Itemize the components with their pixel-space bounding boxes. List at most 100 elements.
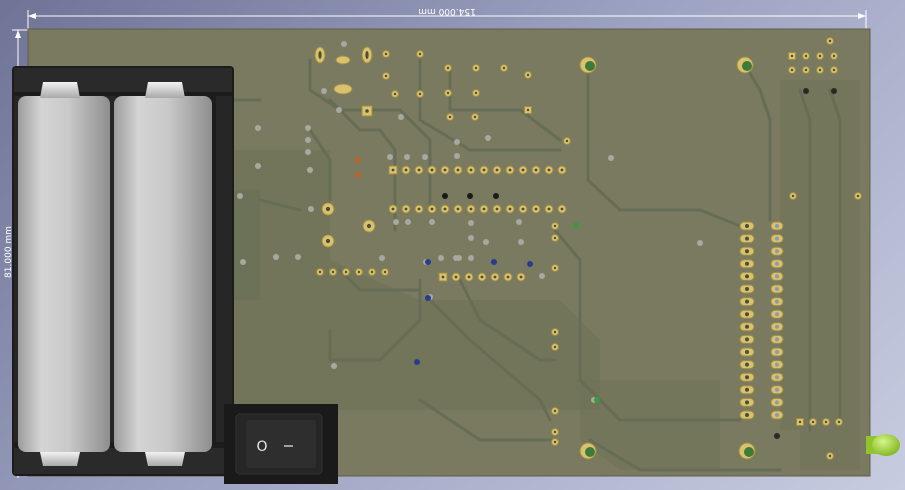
pcb-3d-view[interactable]: 154.000 mm 81.000 mm O I xyxy=(0,0,905,490)
pad-drill xyxy=(547,168,551,172)
pad-drill xyxy=(417,207,421,211)
via xyxy=(468,220,474,226)
via xyxy=(305,137,311,143)
width-dimension-label: 154.000 mm xyxy=(418,6,476,16)
battery-cell-icon xyxy=(114,96,212,452)
via xyxy=(404,154,410,160)
via xyxy=(454,153,460,159)
pad-drill xyxy=(391,168,395,172)
header-pin-drill xyxy=(745,387,749,392)
via xyxy=(527,261,533,267)
pad-drill xyxy=(506,275,510,279)
via xyxy=(307,167,313,173)
via xyxy=(355,157,361,163)
header-pin-drill xyxy=(745,287,749,291)
header-pin-drill xyxy=(775,324,779,329)
via xyxy=(321,88,327,94)
via xyxy=(454,139,460,145)
header-pin-drill xyxy=(745,362,749,367)
battery-cell-left xyxy=(18,82,110,466)
pad-drill xyxy=(454,275,458,279)
pad-drill xyxy=(482,207,486,211)
pad-drill xyxy=(553,266,557,270)
header-pin-drill xyxy=(775,249,779,254)
pad-drill xyxy=(370,270,374,274)
via xyxy=(425,295,431,301)
header-pin-drill xyxy=(745,261,749,266)
via xyxy=(341,41,347,47)
pad-drill xyxy=(480,275,484,279)
via xyxy=(255,125,261,131)
via xyxy=(398,114,404,120)
pad-drill xyxy=(441,275,445,279)
header-pin-drill xyxy=(745,413,749,417)
pad-drill xyxy=(318,51,322,59)
header-pin-drill xyxy=(775,387,779,392)
via xyxy=(305,125,311,131)
pad-drill xyxy=(456,168,460,172)
pad-drill xyxy=(553,430,557,434)
header-pin-drill xyxy=(775,299,779,304)
pad-drill xyxy=(443,168,447,172)
pad-drill xyxy=(553,440,557,444)
pad-drill xyxy=(828,454,832,458)
header-pin-drill xyxy=(775,312,779,317)
via xyxy=(467,193,473,199)
via xyxy=(240,259,246,265)
header-pin-drill xyxy=(745,350,749,354)
header-pin-drill xyxy=(745,337,749,342)
pad-drill xyxy=(404,168,408,172)
pad-drill xyxy=(473,115,477,119)
mounting-hole-drill xyxy=(585,61,595,71)
via xyxy=(442,193,448,199)
header-pin-drill xyxy=(745,400,749,405)
via xyxy=(379,255,385,261)
via xyxy=(305,149,311,155)
pad-drill xyxy=(790,54,794,58)
pad xyxy=(335,55,351,65)
via xyxy=(831,88,837,94)
via xyxy=(425,259,431,265)
pad-drill xyxy=(418,52,422,56)
pad-drill xyxy=(534,207,538,211)
pad-drill xyxy=(474,91,478,95)
header-pin-drill xyxy=(775,224,779,228)
header-pin-drill xyxy=(745,224,749,228)
pad-drill xyxy=(560,168,564,172)
pad-drill xyxy=(804,54,808,58)
via xyxy=(331,363,337,369)
pad-drill xyxy=(325,206,331,212)
pad-drill xyxy=(482,168,486,172)
mounting-hole-drill xyxy=(585,447,595,457)
pad xyxy=(333,83,353,95)
pad-drill xyxy=(824,420,828,424)
pad-drill xyxy=(446,91,450,95)
pad-drill xyxy=(565,139,569,143)
rocker-switch[interactable]: O I xyxy=(224,404,338,484)
pad-drill xyxy=(553,330,557,334)
pad-drill xyxy=(456,207,460,211)
pad-drill xyxy=(417,168,421,172)
header-pin-drill xyxy=(745,324,749,329)
via xyxy=(393,219,399,225)
pad-drill xyxy=(495,168,499,172)
pad-drill xyxy=(856,194,860,198)
via xyxy=(774,433,780,439)
via xyxy=(336,107,342,113)
pad-drill xyxy=(811,420,815,424)
led xyxy=(866,434,900,456)
via xyxy=(608,155,614,161)
via xyxy=(414,359,420,365)
pad-drill xyxy=(526,108,530,112)
via xyxy=(697,240,703,246)
via xyxy=(405,219,411,225)
via xyxy=(493,193,499,199)
pad-drill xyxy=(446,66,450,70)
pad-drill xyxy=(366,223,372,229)
pad-drill xyxy=(791,194,795,198)
via xyxy=(456,255,462,261)
header-pin-drill xyxy=(775,337,779,342)
via xyxy=(355,172,361,178)
pad-drill xyxy=(325,238,331,244)
header-pin-drill xyxy=(775,375,779,380)
